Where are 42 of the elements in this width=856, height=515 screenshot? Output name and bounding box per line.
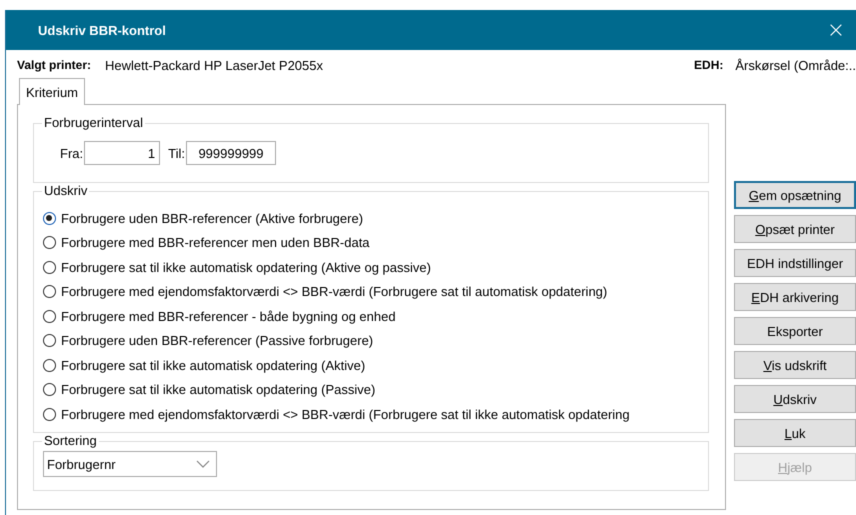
tab[interactable]: Kriterium <box>19 78 86 105</box>
radio-button[interactable] <box>43 310 56 323</box>
radio-label[interactable]: Forbrugere med BBR-referencer men uden BBR-data <box>61 235 370 250</box>
to-field[interactable]: 999999999 <box>186 141 276 165</box>
radio-label[interactable]: Forbrugere med BBR-referencer - både bygning og enhed <box>61 308 396 324</box>
radio-label[interactable]: Forbrugere sat til ikke automatisk opdatering (Passive) <box>61 382 376 398</box>
window-title: Udskriv BBR-kontrol <box>38 22 167 38</box>
printer-name: Hewlett-Packard HP LaserJet P2055x <box>105 58 323 72</box>
chevron-down-icon <box>196 460 210 468</box>
action-button[interactable]: Udskriv <box>734 385 856 413</box>
from-label: Fra: <box>60 146 84 160</box>
radio-label[interactable]: Forbrugere med ejendomsfaktorværdi <> BBR-værdi (Forbrugere sat til ikke automatisk opdatering <box>61 406 630 422</box>
radio-label[interactable]: Forbrugere uden BBR-referencer (Passive forbrugere) <box>61 333 374 348</box>
action-button[interactable]: Gem opsætning <box>734 181 856 209</box>
sort-dropdown[interactable]: Forbrugernr <box>43 451 217 477</box>
action-button[interactable]: Opsæt printer <box>734 215 856 243</box>
radio-label[interactable]: Forbrugere sat til ikke automatisk opdatering (Aktive og passive) <box>61 260 431 275</box>
group-title: Udskriv <box>42 183 90 198</box>
close-button[interactable]: × <box>816 10 856 50</box>
radio-button[interactable] <box>43 334 56 348</box>
radio-button[interactable] <box>43 285 56 298</box>
radio-button[interactable] <box>43 383 56 396</box>
group-title: Forbrugerinterval <box>42 115 145 130</box>
action-button[interactable]: EDH arkivering <box>734 283 856 311</box>
radio-label[interactable]: Forbrugere uden BBR-referencer (Aktive forbrugere) <box>61 210 364 226</box>
radio-button[interactable] <box>43 236 56 250</box>
group-title: Sortering <box>42 433 99 448</box>
from-field[interactable]: 1 <box>84 141 160 165</box>
printer-label: Valgt printer: <box>17 58 92 72</box>
to-label: Til: <box>168 146 185 160</box>
radio-button[interactable] <box>43 212 56 225</box>
action-button[interactable]: Eksporter <box>734 317 856 345</box>
action-button[interactable]: EDH indstillinger <box>734 249 856 277</box>
radio-button[interactable] <box>43 408 56 421</box>
action-button[interactable]: Luk <box>734 419 856 447</box>
edh-label: EDH: <box>694 58 724 72</box>
action-button[interactable]: Vis udskrift <box>734 351 856 379</box>
radio-button[interactable] <box>43 358 56 372</box>
radio-label[interactable]: Forbrugere med ejendomsfaktorværdi <> BBR-værdi (Forbrugere sat til automatisk opdatering) <box>61 284 608 300</box>
edh-value: Årskørsel (Område:.. <box>735 58 856 72</box>
radio-button[interactable] <box>43 260 56 274</box>
radio-label[interactable]: Forbrugere sat til ikke automatisk opdatering (Aktive) <box>61 358 366 373</box>
